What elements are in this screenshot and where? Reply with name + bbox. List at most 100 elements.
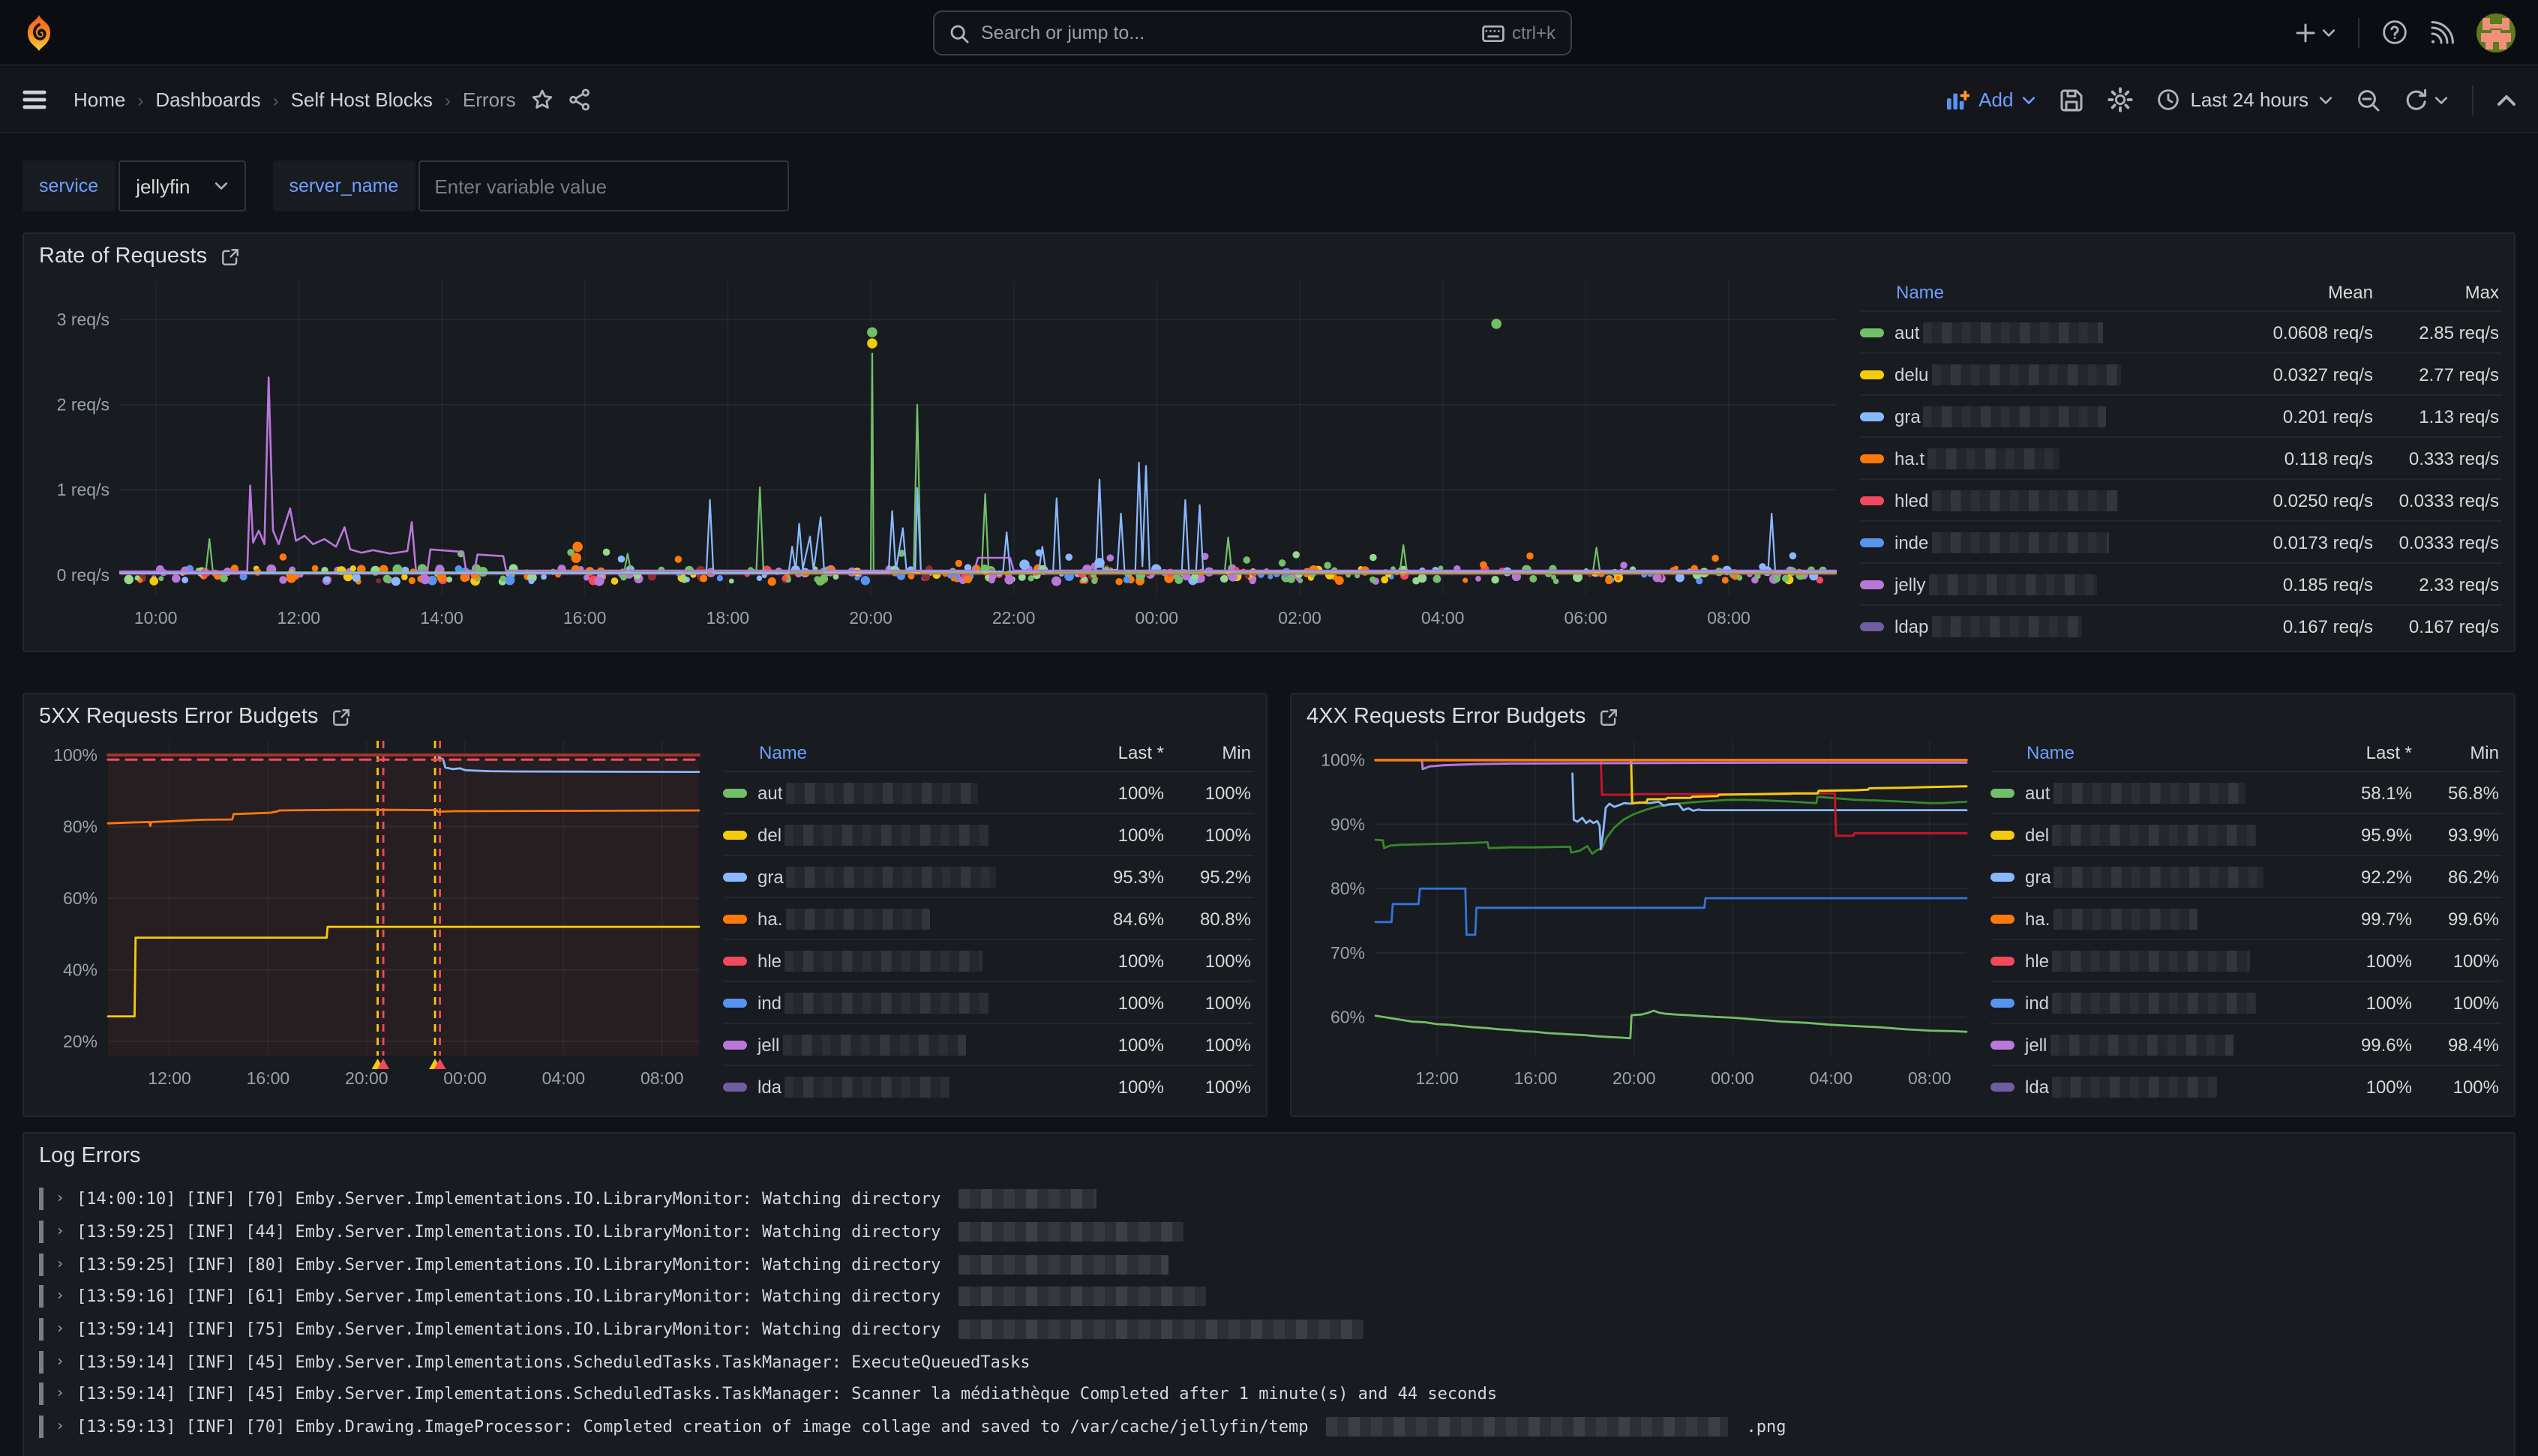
external-link-icon[interactable] (1599, 707, 1618, 727)
svg-text:22:00: 22:00 (992, 608, 1036, 628)
legend-row[interactable]: gra95.3%95.2% (723, 855, 1254, 897)
new-button[interactable] (2295, 22, 2336, 43)
variable-value-service[interactable]: jellyfin (118, 160, 245, 211)
refresh-button[interactable] (2404, 88, 2448, 112)
legend-header-name[interactable]: Name (723, 742, 1062, 763)
5xx-error-budget-chart[interactable]: 20%40%60%80%100%12:0016:0020:0000:0004:0… (36, 729, 711, 1107)
expand-caret-icon[interactable]: › (56, 1256, 64, 1272)
log-row[interactable]: ›[13:59:25] [INF] [44] Emby.Server.Imple… (39, 1215, 2514, 1248)
legend-row[interactable]: ind100%100% (723, 981, 1254, 1023)
4xx-error-budget-chart[interactable]: 60%70%80%90%100%12:0016:0020:0000:0004:0… (1304, 729, 1978, 1107)
legend-row[interactable]: jell100%100% (723, 1023, 1254, 1065)
rate-of-requests-chart[interactable]: 0 req/s1 req/s2 req/s3 req/s10:0012:0014… (36, 268, 1848, 646)
legend-row[interactable]: del100%100% (723, 813, 1254, 855)
toolbar-right-actions: Add Last 24 (1946, 85, 2516, 115)
legend-row[interactable]: ha.84.6%80.8% (723, 897, 1254, 939)
log-row[interactable]: ›[13:59:14] [INF] [75] Emby.Server.Imple… (39, 1314, 2514, 1346)
legend-row[interactable]: lda100%100% (1990, 1065, 2502, 1107)
series-name: ha. (758, 908, 1062, 929)
legend-header-last[interactable]: Last * (1062, 742, 1164, 763)
expand-caret-icon[interactable]: › (56, 1419, 64, 1435)
search-input[interactable]: Search or jump to... ctrl+k (933, 10, 1572, 55)
legend-header-name[interactable]: Name (1990, 742, 2310, 763)
expand-caret-icon[interactable]: › (56, 1386, 64, 1403)
legend-row[interactable]: ldap0.167 req/s0.167 req/s (1860, 604, 2502, 646)
legend-header-last[interactable]: Last * (2310, 742, 2412, 763)
log-row[interactable]: ›[13:59:13] [INF] [70] Emby.Drawing.Imag… (39, 1411, 2514, 1443)
series-name: aut (2025, 782, 2310, 803)
panel-5xx-error-budgets: 5XX Requests Error Budgets 20%40%60%80%1… (22, 693, 1268, 1117)
legend-row[interactable]: del95.9%93.9% (1990, 813, 2502, 855)
log-row[interactable]: ›[13:59:14] [INF] [45] Emby.Server.Imple… (39, 1346, 2514, 1378)
legend-row[interactable]: gra92.2%86.2% (1990, 855, 2502, 897)
help-button[interactable] (2382, 19, 2408, 45)
legend-row[interactable]: ha.t0.118 req/s0.333 req/s (1860, 436, 2502, 478)
legend-header-min[interactable]: Min (2412, 742, 2502, 763)
panel-title[interactable]: 4XX Requests Error Budgets (1306, 705, 1586, 729)
legend-row[interactable]: gra0.201 req/s1.13 req/s (1860, 394, 2502, 436)
favorite-button[interactable] (531, 88, 554, 111)
add-panel-button[interactable]: Add (1946, 88, 2036, 111)
breadcrumb-item-self-host-blocks[interactable]: Self Host Blocks (291, 88, 433, 111)
zoom-out-button[interactable] (2356, 88, 2380, 112)
log-row[interactable]: ›[14:00:10] [INF] [70] Emby.Server.Imple… (39, 1183, 2514, 1215)
redacted-name (1922, 322, 2102, 343)
expand-caret-icon[interactable]: › (56, 1289, 64, 1305)
share-button[interactable] (568, 88, 591, 111)
legend-row[interactable]: aut58.1%56.8% (1990, 771, 2502, 813)
legend-header-name[interactable]: Name (1860, 282, 2229, 303)
legend-row[interactable]: hle100%100% (1990, 939, 2502, 981)
collapse-toolbar-button[interactable] (2498, 94, 2516, 106)
breadcrumb-item-dashboards[interactable]: Dashboards (155, 88, 260, 111)
log-row[interactable]: ›[13:59:14] [INF] [45] Emby.Server.Imple… (39, 1378, 2514, 1410)
news-button[interactable] (2430, 20, 2454, 44)
breadcrumb-item-home[interactable]: Home (74, 88, 125, 111)
series-name: jell (2025, 1034, 2310, 1055)
panel-title[interactable]: Rate of Requests (39, 244, 207, 268)
variable-server-name-input[interactable] (418, 160, 788, 211)
panel-title[interactable]: 5XX Requests Error Budgets (39, 705, 318, 729)
save-dashboard-button[interactable] (2060, 88, 2084, 112)
dashboard-settings-button[interactable] (2108, 87, 2133, 112)
expand-caret-icon[interactable]: › (56, 1191, 64, 1208)
series-name: jell (758, 1034, 1062, 1055)
log-row[interactable]: ›[13:59:25] [INF] [80] Emby.Server.Imple… (39, 1248, 2514, 1281)
legend-header-max[interactable]: Max (2373, 282, 2502, 303)
svg-text:2 req/s: 2 req/s (57, 395, 110, 415)
legend-row[interactable]: delu0.0327 req/s2.77 req/s (1860, 352, 2502, 394)
legend-row[interactable]: ind100%100% (1990, 981, 2502, 1023)
time-range-picker[interactable]: Last 24 hours (2157, 88, 2332, 111)
external-link-icon[interactable] (220, 247, 240, 266)
breadcrumb-separator: › (273, 89, 279, 110)
series-name-prefix: hle (758, 950, 782, 971)
legend-row[interactable]: aut100%100% (723, 771, 1254, 813)
legend-row[interactable]: hled0.0250 req/s0.0333 req/s (1860, 478, 2502, 520)
svg-text:00:00: 00:00 (1136, 608, 1179, 628)
external-link-icon[interactable] (332, 707, 351, 727)
legend-row[interactable]: aut0.0608 req/s2.85 req/s (1860, 310, 2502, 352)
expand-caret-icon[interactable]: › (56, 1224, 64, 1240)
grafana-logo[interactable] (22, 13, 56, 52)
legend-row[interactable]: hle100%100% (723, 939, 1254, 981)
legend-value-1: 100% (1062, 992, 1164, 1013)
series-name: ha.t (1894, 448, 2229, 469)
legend-row[interactable]: lda100%100% (723, 1065, 1254, 1107)
legend-value-2: 100% (2412, 992, 2502, 1013)
legend-row[interactable]: jell99.6%98.4% (1990, 1023, 2502, 1065)
expand-caret-icon[interactable]: › (56, 1321, 64, 1338)
svg-text:04:00: 04:00 (542, 1068, 586, 1088)
legend-row[interactable]: jelly0.185 req/s2.33 req/s (1860, 562, 2502, 604)
log-row[interactable]: ›[13:59:16] [INF] [61] Emby.Server.Imple… (39, 1281, 2514, 1313)
legend-row[interactable]: ha.99.7%99.6% (1990, 897, 2502, 939)
legend-header-min[interactable]: Min (1164, 742, 1254, 763)
panel-title[interactable]: Log Errors (39, 1144, 140, 1168)
mega-menu-toggle[interactable] (22, 90, 46, 109)
series-color-pill (723, 956, 747, 965)
series-name: ldap (1894, 616, 2229, 637)
expand-caret-icon[interactable]: › (56, 1354, 64, 1371)
redacted-name (785, 782, 977, 803)
series-color-pill (1860, 370, 1884, 379)
user-avatar[interactable] (2476, 13, 2516, 52)
legend-row[interactable]: inde0.0173 req/s0.0333 req/s (1860, 520, 2502, 562)
legend-header-mean[interactable]: Mean (2229, 282, 2373, 303)
